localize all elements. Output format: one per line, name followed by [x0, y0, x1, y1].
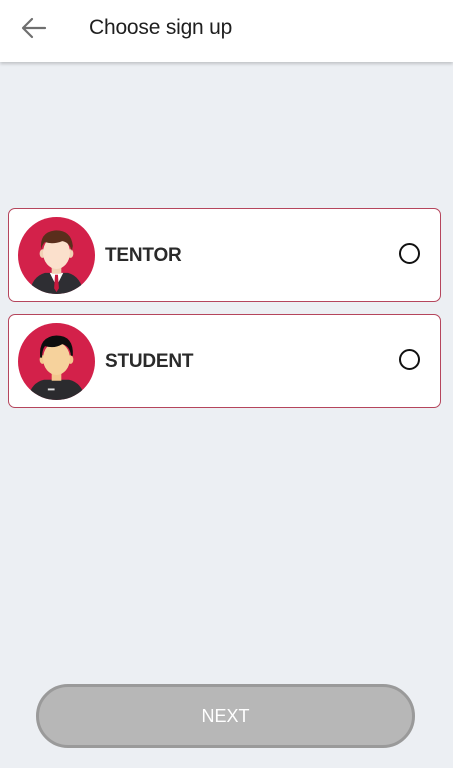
page-title: Choose sign up	[89, 16, 233, 39]
arrow-left-icon	[21, 17, 47, 39]
next-button[interactable]: NEXT	[36, 684, 415, 748]
teacher-avatar-icon	[18, 217, 95, 294]
option-card-student[interactable]: STUDENT	[8, 314, 441, 408]
app-bar: Choose sign up	[0, 0, 453, 62]
radio-student[interactable]	[399, 349, 420, 370]
option-label-tentor: TENTOR	[105, 245, 182, 266]
back-button[interactable]	[14, 11, 54, 45]
option-label-student: STUDENT	[105, 351, 194, 372]
option-card-tentor[interactable]: TENTOR	[8, 208, 441, 302]
student-avatar-icon	[18, 323, 95, 400]
radio-tentor[interactable]	[399, 243, 420, 264]
